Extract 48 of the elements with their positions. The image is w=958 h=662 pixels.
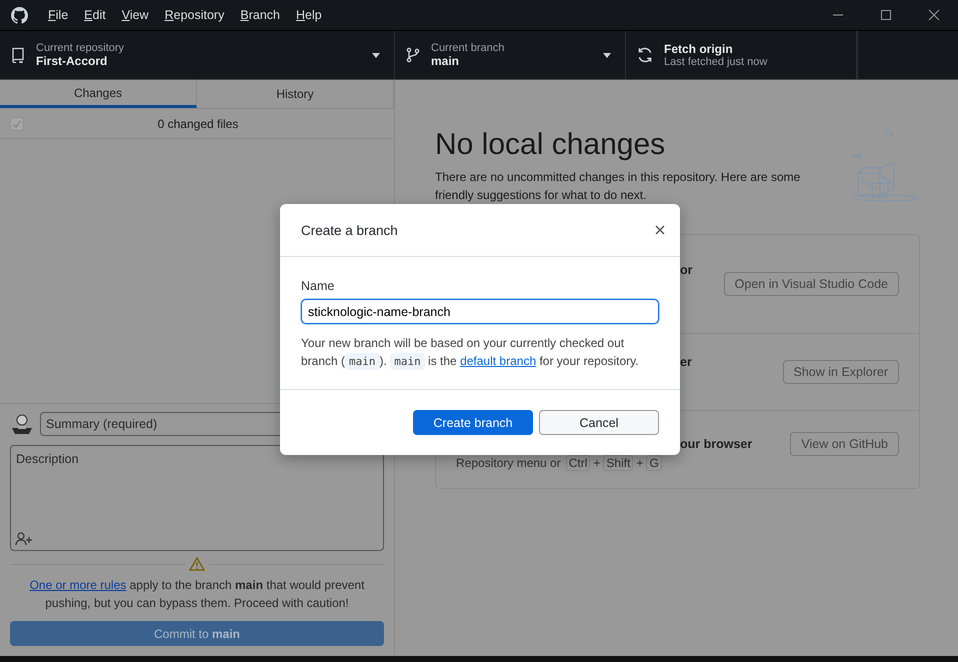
menu-item[interactable]: File <box>48 8 68 22</box>
close-icon[interactable] <box>928 9 940 21</box>
tab[interactable]: History <box>197 80 394 108</box>
sync-icon <box>636 46 654 64</box>
toolbar-label: Current branch <box>431 42 506 54</box>
checkbox[interactable] <box>10 116 24 130</box>
suggestion-title: or <box>680 263 692 277</box>
maximize-icon[interactable] <box>880 9 892 21</box>
inline-code: main <box>390 353 425 370</box>
plus-sign: + <box>636 456 644 470</box>
rules-warning: One or more rules apply to the branch main that would prevent pushing, but you can bypass them. Proceed with caution! <box>28 577 366 612</box>
tab[interactable]: Changes <box>0 80 197 108</box>
add-coauthor-icon[interactable] <box>15 532 33 546</box>
heading: No local changes <box>435 128 666 162</box>
cancel-button[interactable]: Cancel <box>539 410 659 435</box>
plus-sign: + <box>593 456 600 470</box>
caret-icon <box>372 52 380 58</box>
field-label: Name <box>301 279 336 293</box>
menu-item[interactable]: View <box>122 8 149 22</box>
create-branch-button[interactable]: Create branch <box>413 410 533 435</box>
toolbar-value: main <box>431 54 460 68</box>
description: There are no uncommitted changes in this repository. Here are some friendly suggestions for what to do next. <box>435 169 802 204</box>
dialog-title: Create a branch <box>301 222 398 238</box>
branch-icon <box>405 47 421 63</box>
menu-item[interactable]: Repository <box>164 8 224 22</box>
avatar-icon <box>10 412 34 436</box>
toolbar-button[interactable]: Current repository First-Accord <box>0 31 395 79</box>
toolbar-button[interactable]: Current branch main <box>395 31 626 79</box>
menu-item[interactable]: Branch <box>240 8 280 22</box>
close-icon[interactable] <box>655 225 665 235</box>
suggestion-title: our browser <box>680 436 752 450</box>
shortcut-hint: Repository menu or <box>456 456 561 470</box>
default-branch-link[interactable]: default branch <box>460 354 536 368</box>
toolbar-label: Current repository <box>36 42 126 54</box>
caret-icon <box>603 52 611 58</box>
toolbar-value: First-Accord <box>36 54 108 68</box>
branch-help-text: Your new branch will be based on your currently checked out branch ( main ). main is the default branch for your repository. <box>301 335 640 371</box>
suggestion-title: er <box>680 355 692 369</box>
repository-icon <box>10 47 26 63</box>
toolbar-button[interactable]: Fetch origin Last fetched just now <box>626 31 857 79</box>
toolbar-value: Last fetched just now <box>664 56 768 68</box>
changed-files-count: 0 changed files <box>156 116 240 130</box>
menu-item[interactable]: Help <box>296 8 322 22</box>
github-logo-icon <box>11 6 28 24</box>
menu-item[interactable]: Edit <box>84 8 106 22</box>
toolbar-label: Fetch origin <box>664 42 734 56</box>
inline-code: main <box>345 353 380 370</box>
branch-name-field[interactable]: sticknologic-name-branch <box>301 299 659 324</box>
